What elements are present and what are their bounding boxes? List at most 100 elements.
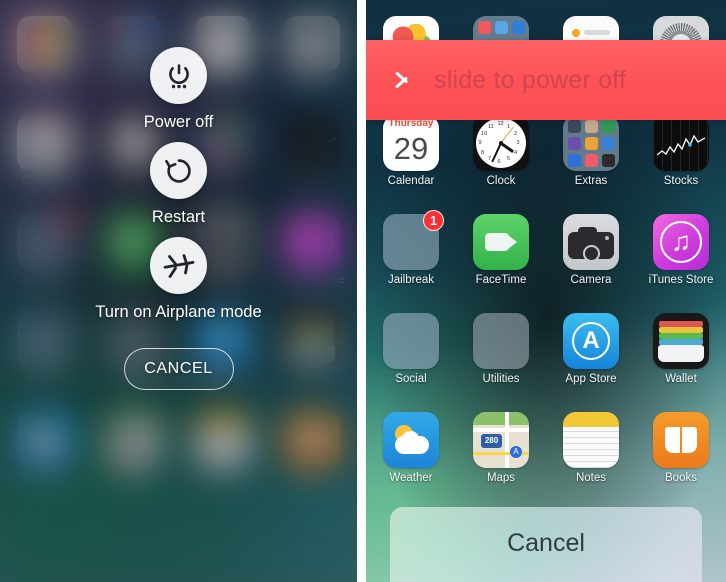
- folder-mini-icon: [568, 137, 581, 150]
- icon-row: Thursday 29 Calendar 12 1 2 3 4 5 6 7 8 9 10 11 Clock Ex…: [366, 115, 726, 199]
- airplane-mode-label: Turn on Airplane mode: [95, 303, 262, 321]
- cloud-base-icon: [395, 436, 429, 454]
- home-screen-app[interactable]: Notes: [546, 412, 636, 496]
- notes-rule-line: [563, 443, 619, 444]
- clock-tick: 4: [513, 149, 518, 156]
- notes-rule-line: [563, 431, 619, 432]
- app-icon-wrapper[interactable]: [563, 115, 619, 171]
- home-screen-app[interactable]: FaceTime: [456, 214, 546, 298]
- home-screen-app[interactable]: ♫ iTunes Store: [636, 214, 726, 298]
- music-note-icon: ♫: [670, 226, 692, 257]
- app-icon-wrapper[interactable]: ♫: [653, 214, 709, 270]
- app-icon-wrapper[interactable]: 12 1 2 3 4 5 6 7 8 9 10 11: [473, 115, 529, 171]
- weather-app-icon[interactable]: [383, 412, 439, 468]
- home-screen-app[interactable]: Stocks: [636, 115, 726, 199]
- airplane-icon[interactable]: [150, 237, 207, 294]
- clock-tick: 10: [481, 130, 488, 137]
- app-icon-wrapper[interactable]: [653, 412, 709, 468]
- icon-row: Social Utilities A App Store Wallet: [366, 313, 726, 397]
- wallet-app-icon[interactable]: [653, 313, 709, 369]
- power-off-label: Power off: [143, 113, 214, 131]
- cancel-button[interactable]: Cancel: [390, 507, 702, 582]
- folder-mini-icon: [568, 120, 581, 133]
- app-icon-wrapper[interactable]: [563, 214, 619, 270]
- clock-app-icon[interactable]: 12 1 2 3 4 5 6 7 8 9 10 11: [473, 115, 529, 171]
- camera-flash: [605, 236, 609, 240]
- home-screen-app[interactable]: Extras: [546, 115, 636, 199]
- extras-folder-icon[interactable]: [563, 115, 619, 171]
- clock-hand: [499, 141, 503, 145]
- itunes-store-app-icon[interactable]: ♫: [653, 214, 709, 270]
- social-folder-icon[interactable]: [383, 313, 439, 369]
- camera-app-icon[interactable]: [563, 214, 619, 270]
- app-store-app-icon[interactable]: A: [563, 313, 619, 369]
- app-icon-wrapper[interactable]: [473, 313, 529, 369]
- clock-face: 12 1 2 3 4 5 6 7 8 9 10 11: [476, 118, 526, 168]
- app-icon-wrapper[interactable]: [383, 412, 439, 468]
- chevron-right-icon: [394, 63, 414, 97]
- restart-option[interactable]: Restart: [0, 142, 357, 227]
- folder-mini-icon: [585, 137, 598, 150]
- home-screen-app[interactable]: Camera: [546, 214, 636, 298]
- clock-tick: 2: [513, 130, 518, 137]
- home-screen-app[interactable]: Social: [366, 313, 456, 397]
- cancel-label: Cancel: [507, 529, 585, 557]
- app-icon-wrapper[interactable]: [563, 412, 619, 468]
- home-screen-app[interactable]: 1 Jailbreak: [366, 210, 456, 298]
- app-store-glyph: A: [572, 322, 610, 360]
- highway-shield: 280: [481, 434, 502, 448]
- slide-to-power-off-slider[interactable]: slide to power off: [366, 40, 726, 120]
- app-icon-wrapper[interactable]: [653, 313, 709, 369]
- home-screen-app[interactable]: Thursday 29 Calendar: [366, 115, 456, 199]
- app-label: App Store: [565, 373, 617, 385]
- app-icon-wrapper[interactable]: 1: [383, 210, 444, 270]
- book-page-left: [665, 427, 680, 453]
- home-screen-app[interactable]: Books: [636, 412, 726, 496]
- home-screen-app[interactable]: Weather: [366, 412, 456, 496]
- restart-label: Restart: [151, 208, 206, 226]
- home-screen-app[interactable]: Wallet: [636, 313, 726, 397]
- folder-mini-icon: [602, 137, 615, 150]
- app-label: Wallet: [665, 373, 697, 385]
- folder-mini-icon: [585, 120, 598, 133]
- notes-rule-line: [563, 449, 619, 450]
- book-page-right: [682, 427, 697, 453]
- home-screen-app[interactable]: Utilities: [456, 313, 546, 397]
- calendar-app-icon[interactable]: Thursday 29: [383, 115, 439, 171]
- home-screen-app[interactable]: A App Store: [546, 313, 636, 397]
- map-park: [473, 412, 529, 425]
- clock-tick: 12: [497, 121, 504, 127]
- restart-icon[interactable]: [150, 142, 207, 199]
- utilities-folder-icon[interactable]: [473, 313, 529, 369]
- cancel-button[interactable]: CANCEL: [123, 348, 234, 390]
- app-icon-wrapper[interactable]: Thursday 29: [383, 115, 439, 171]
- maps-app-icon[interactable]: 280 A: [473, 412, 529, 468]
- notes-rule-line: [563, 437, 619, 438]
- home-screen-app[interactable]: 12 1 2 3 4 5 6 7 8 9 10 11 Clock: [456, 115, 546, 199]
- app-label: Clock: [486, 175, 516, 187]
- map-road: [505, 412, 509, 468]
- notes-app-icon[interactable]: [563, 412, 619, 468]
- calendar-day-number: 29: [393, 131, 429, 166]
- app-icon-wrapper[interactable]: [383, 313, 439, 369]
- notes-rule-line: [563, 461, 619, 462]
- folder-mini-icon: [602, 120, 615, 133]
- books-app-icon[interactable]: [653, 412, 709, 468]
- app-icon-wrapper[interactable]: [653, 115, 709, 171]
- airplane-mode-option[interactable]: Turn on Airplane mode: [0, 237, 357, 322]
- facetime-app-icon[interactable]: [473, 214, 529, 270]
- power-off-icon[interactable]: [150, 47, 207, 104]
- power-off-option[interactable]: Power off: [0, 47, 357, 132]
- app-label: Calendar: [387, 175, 435, 187]
- app-label: Utilities: [482, 373, 520, 385]
- clock-tick: 9: [478, 140, 482, 146]
- app-icon-wrapper[interactable]: 280 A: [473, 412, 529, 468]
- clock-tick: 11: [488, 123, 494, 130]
- stocks-app-icon[interactable]: [653, 115, 709, 171]
- home-screen-app[interactable]: 280 A Maps: [456, 412, 546, 496]
- app-icon-wrapper[interactable]: A: [563, 313, 619, 369]
- app-icon-wrapper[interactable]: [473, 214, 529, 270]
- clock-tick: 6: [497, 159, 501, 165]
- clock-tick: 5: [507, 156, 511, 163]
- video-camera-icon: [485, 233, 509, 251]
